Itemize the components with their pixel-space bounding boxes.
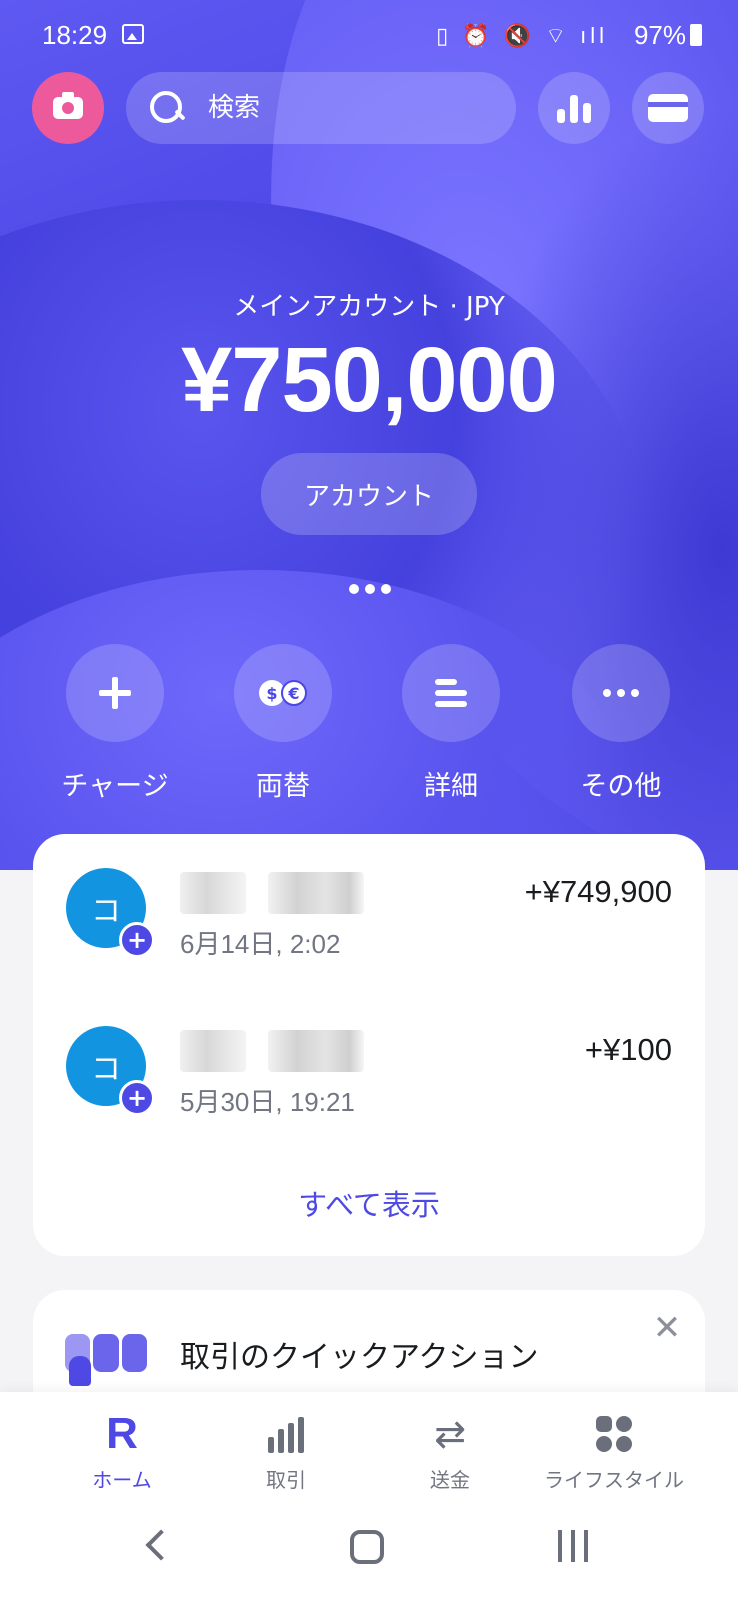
bar-chart-icon (557, 93, 591, 123)
more-label: その他 (580, 771, 662, 802)
transaction-amount: +¥749,900 (524, 874, 672, 909)
nav-transactions[interactable]: 取引 (204, 1412, 368, 1493)
transactions-card: コ + 6月14日, 2:02 +¥749,900 コ + 5月30日, 19:… (33, 834, 705, 1256)
nav-lifestyle[interactable]: ライフスタイル (532, 1412, 696, 1493)
details-list-icon (435, 679, 467, 707)
details-label: 詳細 (424, 771, 478, 802)
transaction-name-redacted (180, 872, 364, 914)
account-label: メインアカウント · JPY (233, 292, 505, 322)
cards-button[interactable] (632, 72, 704, 144)
nav-transactions-label: 取引 (266, 1468, 306, 1492)
home-icon[interactable] (350, 1530, 384, 1564)
search-bar[interactable] (126, 72, 516, 144)
transactions-bars-icon (268, 1415, 304, 1453)
lifestyle-grid-icon (596, 1416, 632, 1452)
revolut-r-icon: R (106, 1409, 138, 1458)
nav-lifestyle-label: ライフスタイル (544, 1468, 684, 1492)
transaction-amount: +¥100 (584, 1032, 672, 1067)
plus-icon (99, 677, 131, 709)
plus-badge-icon: + (119, 922, 155, 958)
more-button[interactable] (572, 644, 670, 742)
search-icon (148, 89, 186, 127)
close-icon[interactable]: ✕ (649, 1310, 685, 1346)
charge-button[interactable] (66, 644, 164, 742)
currency-exchange-icon: $ € (259, 680, 307, 706)
battery-percentage: 97% (633, 20, 686, 50)
page-indicator[interactable] (349, 584, 391, 594)
see-all-link[interactable]: すべて表示 (33, 1182, 705, 1224)
exchange-action[interactable]: $ € 両替 (208, 644, 358, 803)
quick-actions-illustration-icon (65, 1334, 147, 1386)
exchange-button[interactable]: $ € (234, 644, 332, 742)
details-button[interactable] (402, 644, 500, 742)
gallery-notification-icon (122, 24, 144, 44)
system-navigation-bar (0, 1502, 738, 1600)
more-icon (603, 689, 639, 697)
bottom-navigation: R ホーム 取引 ⇄ 送金 ライフスタイル (0, 1392, 738, 1502)
status-time: 18:29 (42, 20, 108, 50)
charge-action[interactable]: チャージ (40, 644, 190, 803)
card-icon (648, 94, 688, 122)
details-action[interactable]: 詳細 (376, 644, 526, 803)
promo-title: 取引のクイックアクション (180, 1340, 539, 1375)
battery-icon (690, 24, 702, 46)
transaction-date: 5月30日, 19:21 (180, 1087, 355, 1117)
back-icon[interactable] (145, 1529, 177, 1561)
plus-badge-icon: + (119, 1080, 155, 1116)
charge-label: チャージ (61, 771, 169, 802)
status-bar: 18:29 ▯ ⏰ 🔇 ⌔ ıll 97% (0, 0, 738, 70)
transfer-arrows-icon: ⇄ (434, 1412, 466, 1456)
transaction-row[interactable]: コ + 6月14日, 2:02 +¥749,900 (33, 868, 705, 978)
recents-icon[interactable] (558, 1530, 588, 1562)
transaction-name-redacted (180, 1030, 364, 1072)
camera-button[interactable] (32, 72, 104, 144)
exchange-label: 両替 (256, 771, 310, 802)
balance-amount[interactable]: ¥750,000 (0, 328, 738, 433)
nav-home[interactable]: R ホーム (40, 1412, 204, 1493)
transaction-date: 6月14日, 2:02 (180, 929, 341, 959)
search-input[interactable] (208, 93, 468, 123)
more-action[interactable]: その他 (546, 644, 696, 803)
analytics-button[interactable] (538, 72, 610, 144)
nav-transfer[interactable]: ⇄ 送金 (368, 1412, 532, 1493)
camera-icon (53, 92, 83, 119)
nav-home-label: ホーム (92, 1468, 152, 1492)
system-status-icons: ▯ ⏰ 🔇 ⌔ ıll (436, 23, 608, 48)
account-button[interactable]: アカウント (261, 453, 477, 535)
transaction-row[interactable]: コ + 5月30日, 19:21 +¥100 (33, 1026, 705, 1136)
nav-transfer-label: 送金 (430, 1468, 470, 1492)
